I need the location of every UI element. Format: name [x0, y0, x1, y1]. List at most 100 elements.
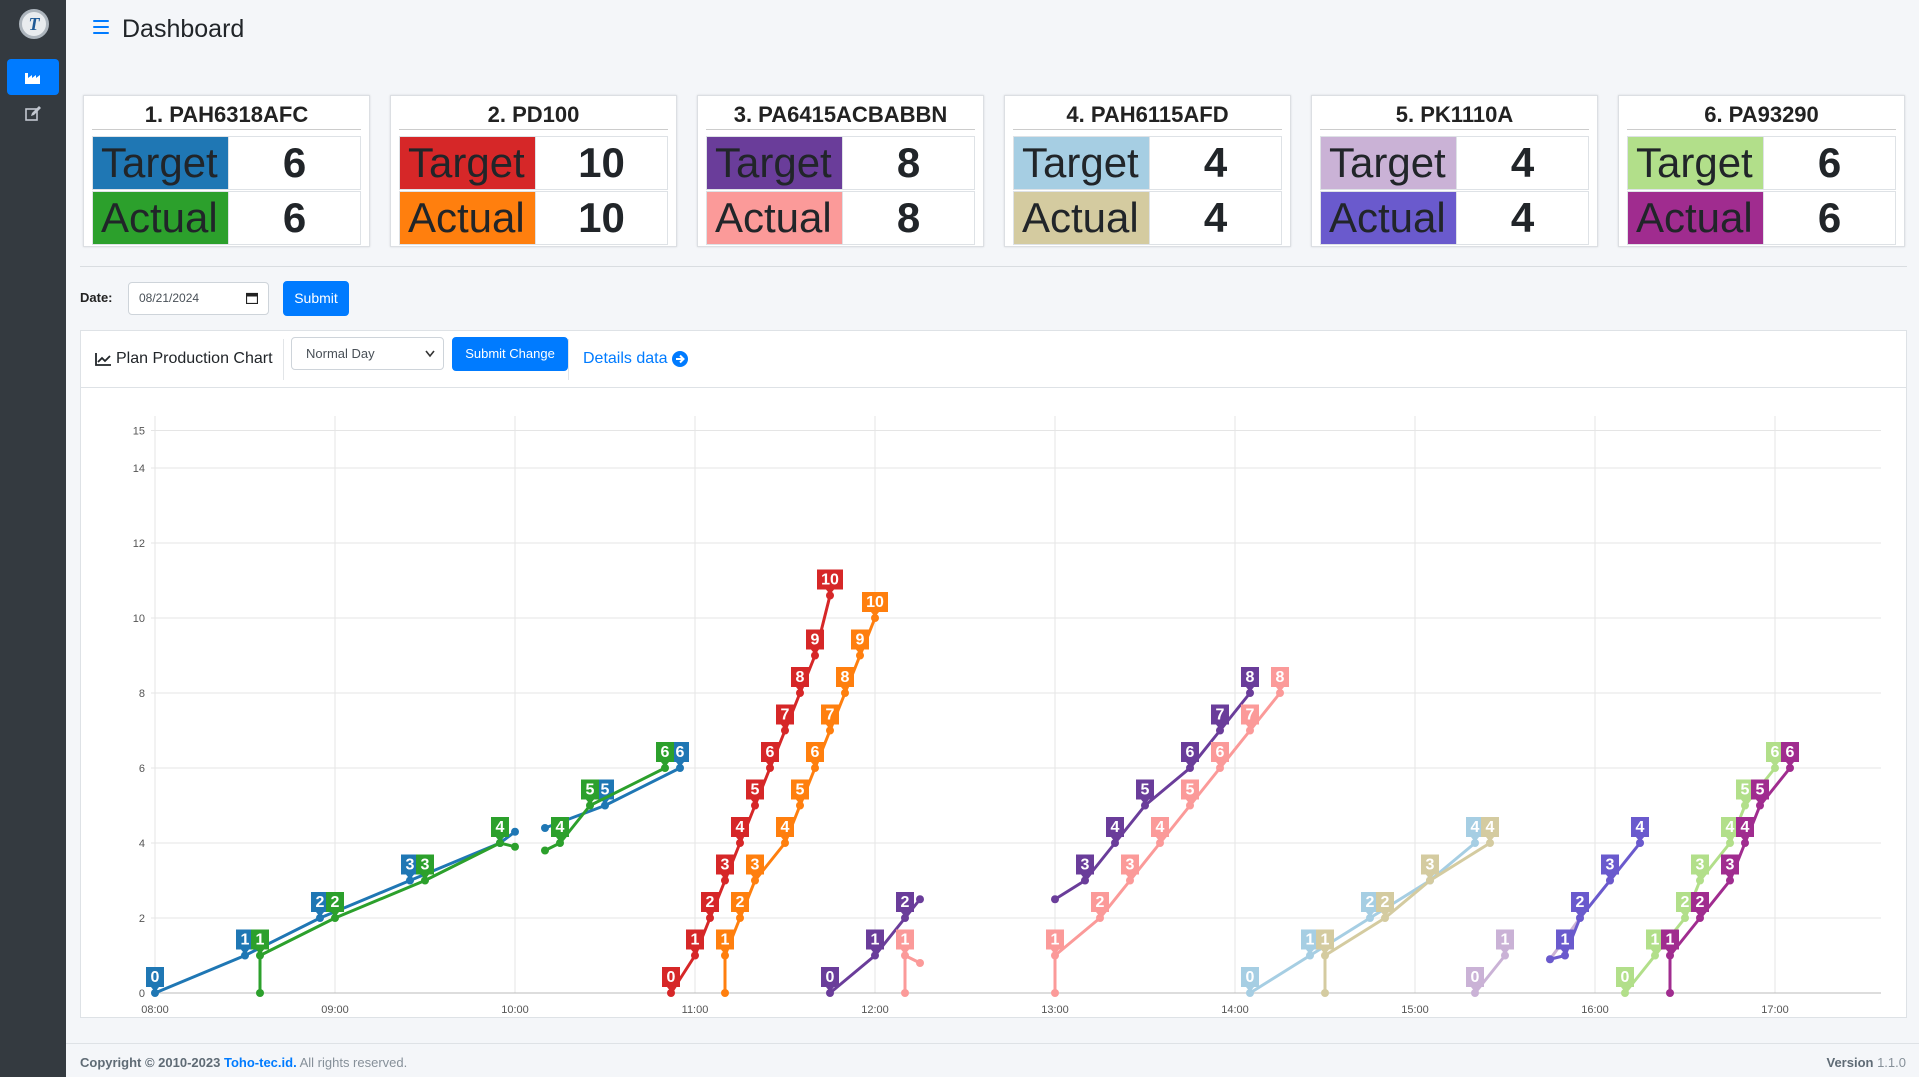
calendar-icon[interactable] — [246, 292, 258, 304]
data-label: 1 — [1661, 929, 1679, 955]
svg-text:6: 6 — [661, 744, 670, 761]
actual-label: Actual — [93, 192, 228, 244]
data-point — [901, 989, 909, 997]
svg-text:4: 4 — [1726, 819, 1735, 836]
data-label: 3 — [746, 854, 764, 880]
data-label: 4 — [1736, 817, 1754, 842]
data-label: 6 — [1781, 742, 1799, 767]
actual-label: Actual — [707, 192, 842, 244]
svg-text:4: 4 — [496, 819, 505, 836]
x-tick-label: 12:00 — [861, 1004, 889, 1016]
svg-text:1: 1 — [1306, 932, 1315, 949]
svg-text:7: 7 — [1246, 707, 1255, 724]
data-label: 1 — [866, 929, 884, 955]
product-title: 5. PK1110A — [1395, 102, 1514, 127]
company-link[interactable]: Toho-tec.id. — [224, 1055, 297, 1070]
product-title: 1. PAH6318AFC — [144, 102, 309, 127]
svg-text:5: 5 — [1741, 782, 1750, 799]
data-label: 10 — [862, 592, 888, 617]
svg-text:5: 5 — [1756, 782, 1765, 799]
svg-text:6: 6 — [766, 744, 775, 761]
data-label: 7 — [1211, 704, 1229, 730]
svg-text:0: 0 — [1621, 969, 1630, 986]
data-label: 3 — [716, 854, 734, 880]
data-label: 4 — [731, 817, 749, 842]
actual-label: Actual — [1628, 192, 1763, 244]
svg-text:1: 1 — [1651, 932, 1660, 949]
data-label: 6 — [656, 742, 674, 767]
data-label: 4 — [551, 817, 569, 842]
production-line-chart: 024681012141508:00 09:00 10:00 11:00 12:00 13… — [133, 416, 1881, 1016]
data-point — [541, 846, 549, 855]
data-label: 4 — [1631, 817, 1649, 842]
y-tick-label: 6 — [139, 763, 145, 775]
svg-text:0: 0 — [1471, 969, 1480, 986]
target-value: 10 — [535, 137, 667, 189]
submit-change-button[interactable]: Submit Change — [452, 337, 568, 371]
target-value: 4 — [1149, 137, 1281, 189]
svg-text:6: 6 — [676, 744, 685, 761]
x-tick-label: 17:00 — [1761, 1004, 1789, 1016]
actual-label: Actual — [1321, 192, 1456, 244]
brand-logo[interactable]: T — [19, 9, 49, 39]
actual-value: 6 — [1763, 192, 1895, 244]
svg-text:5: 5 — [1186, 782, 1195, 799]
menu-toggle-icon[interactable] — [93, 20, 109, 36]
svg-text:10: 10 — [866, 594, 884, 611]
arrow-circle-right-icon — [671, 351, 688, 367]
details-data-link[interactable]: Details data — [583, 350, 688, 368]
data-point — [1051, 895, 1059, 904]
data-label: 0 — [1466, 967, 1484, 992]
svg-text:5: 5 — [796, 782, 805, 799]
data-label: 1 — [686, 929, 704, 955]
svg-text:1: 1 — [1561, 932, 1570, 949]
svg-text:1: 1 — [871, 932, 880, 949]
svg-text:2: 2 — [1696, 894, 1705, 911]
edit-icon — [25, 106, 41, 121]
data-label: 2 — [1691, 892, 1709, 917]
product-card: 5. PK1110A Target 4 Actual 4 — [1311, 95, 1598, 247]
data-label: 3 — [1121, 854, 1139, 880]
factory-icon — [25, 73, 40, 84]
sidebar: T — [0, 0, 66, 1077]
top-navbar: Dashboard — [66, 0, 1919, 62]
actual-value: 8 — [842, 192, 974, 244]
svg-text:3: 3 — [1606, 857, 1615, 874]
chart-title-text: Plan Production Chart — [116, 350, 273, 367]
svg-text:4: 4 — [1156, 819, 1165, 836]
product-title: 4. PAH6115AFD — [1066, 102, 1229, 127]
chart-header: Plan Production Chart Normal Day Submit … — [81, 331, 1906, 388]
copyright-text: Copyright © 2010-2023 — [80, 1055, 221, 1070]
svg-text:4: 4 — [1741, 819, 1750, 836]
x-tick-label: 09:00 — [321, 1004, 349, 1016]
divider — [80, 266, 1907, 267]
svg-text:8: 8 — [1246, 669, 1255, 686]
svg-text:2: 2 — [736, 894, 745, 911]
svg-text:4: 4 — [1111, 819, 1120, 836]
data-label: 6 — [1181, 742, 1199, 767]
product-card: 6. PA93290 Target 6 Actual 6 — [1618, 95, 1905, 247]
data-label: 2 — [1091, 892, 1109, 917]
version-label: Version — [1826, 1055, 1874, 1070]
sidebar-item-edit[interactable] — [7, 96, 59, 132]
data-label: 4 — [1106, 817, 1124, 842]
svg-text:1: 1 — [1051, 932, 1060, 949]
data-label: 8 — [1271, 667, 1289, 692]
product-title: 6. PA93290 — [1704, 102, 1819, 127]
y-tick-label: 15 — [133, 426, 145, 438]
svg-text:2: 2 — [1096, 894, 1105, 911]
target-value: 6 — [228, 137, 360, 189]
product-summary-cards: 1. PAH6318AFC Target 6 Actual 6 2. PD100 T… — [83, 95, 1905, 247]
target-value: 6 — [1763, 137, 1895, 189]
target-value: 4 — [1456, 137, 1588, 189]
svg-text:6: 6 — [811, 744, 820, 761]
svg-text:1: 1 — [1501, 932, 1510, 949]
day-type-select[interactable]: Normal Day — [291, 337, 444, 370]
plan-production-chart-card: Plan Production Chart Normal Day Submit … — [80, 330, 1907, 1018]
version: Version 1.1.0 — [1826, 1055, 1906, 1070]
submit-button[interactable]: Submit — [283, 281, 349, 316]
sidebar-item-dashboard[interactable] — [7, 59, 59, 95]
svg-text:1: 1 — [691, 932, 700, 949]
actual-value: 10 — [535, 192, 667, 244]
date-input[interactable]: 08/21/2024 — [128, 282, 269, 315]
